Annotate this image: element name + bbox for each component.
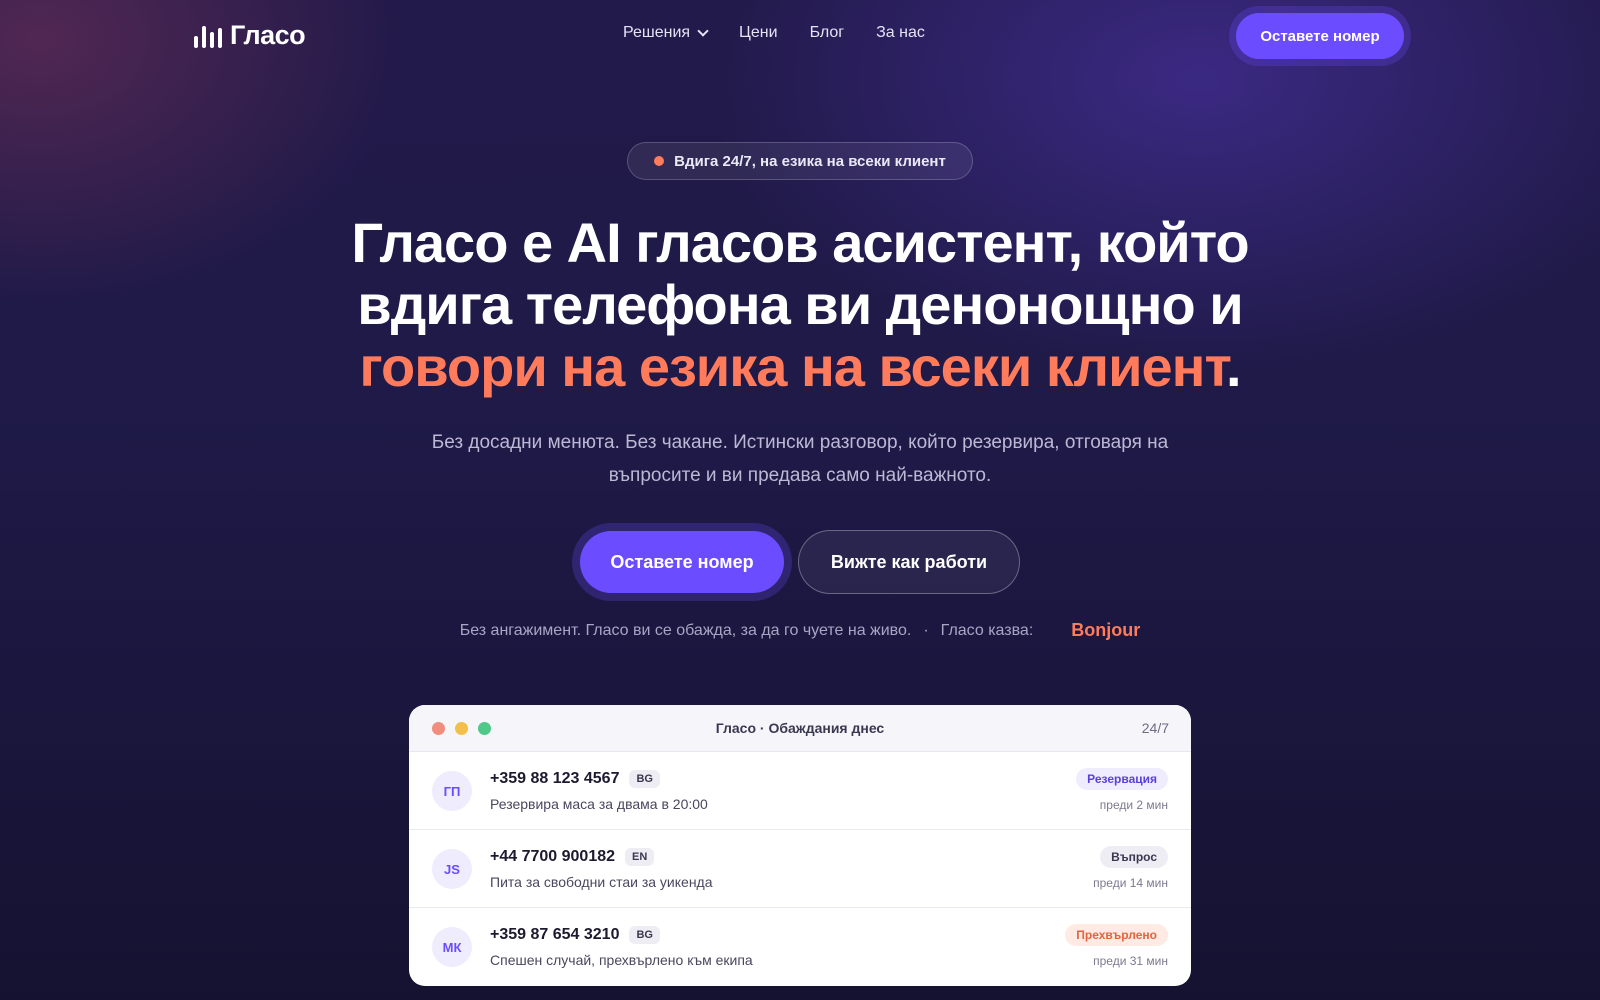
card-header: Гласо · Обаждания днес 24/7 (409, 705, 1191, 752)
hero-subtitle: Без досадни менюта. Без чакане. Истински… (431, 432, 1169, 486)
phone-number: +359 87 654 3210 (490, 926, 620, 943)
avatar: МК (432, 927, 472, 967)
call-row[interactable]: JS +44 7700 900182 EN Пита за свободни с… (409, 830, 1191, 908)
phone-line: +44 7700 900182 EN (490, 848, 655, 866)
no-commitment-text: Без ангажимент. Гласо ви се обажда, за д… (459, 621, 912, 639)
sound-bars-icon (194, 24, 222, 48)
call-time: преди 14 мин (1093, 876, 1168, 890)
hero-title-main: Гласо е AI гласов асистент, който вдига … (351, 211, 1249, 336)
hero-title-accent: говори на езика на всеки клиент (359, 335, 1227, 398)
nav-link-label: Цени (739, 24, 778, 41)
language-badge: BG (629, 926, 660, 944)
nav-link-label: Решения (623, 24, 691, 41)
status-badge: Въпрос (1100, 846, 1168, 868)
status-dot-icon (654, 156, 665, 166)
call-time: преди 31 мин (1093, 954, 1168, 968)
language-badge: BG (629, 770, 660, 788)
phone-number: +359 88 123 4567 (490, 770, 620, 787)
nav-leave-number-button[interactable]: Оставете номер (1236, 13, 1404, 59)
nav-link-label: За нас (876, 24, 925, 41)
nav-link-pricing[interactable]: Цени (739, 24, 778, 42)
window-dot-green-icon (478, 722, 491, 735)
hero-title: Гласо е AI гласов асистент, който вдига … (300, 212, 1300, 398)
badge-text: Вдига 24/7, на езика на всеки клиент (674, 152, 946, 170)
availability-badge: Вдига 24/7, на езика на всеки клиент (627, 142, 973, 180)
call-row[interactable]: МК +359 87 654 3210 BG Спешен случай, пр… (409, 908, 1191, 986)
status-badge: Резервация (1076, 768, 1168, 790)
nav-link-about[interactable]: За нас (876, 24, 925, 42)
card-availability: 24/7 (1141, 720, 1169, 736)
call-time: преди 2 мин (1099, 798, 1168, 812)
call-description: Пита за свободни стаи за уикенда (490, 874, 713, 890)
phone-line: +359 88 123 4567 BG (490, 770, 660, 788)
phone-line: +359 87 654 3210 BG (490, 926, 660, 944)
window-dot-red-icon (432, 722, 445, 735)
chevron-down-icon (697, 25, 709, 37)
window-dot-yellow-icon (455, 722, 468, 735)
card-title: Гласо · Обаждания днес (715, 720, 885, 736)
nav-links: Решения Цени Блог За нас (623, 24, 925, 42)
phone-number: +44 7700 900182 (490, 848, 616, 865)
call-description: Резервира маса за двама в 20:00 (490, 796, 708, 812)
nav-link-label: Блог (809, 24, 845, 41)
call-description: Спешен случай, прехвърлено към екипа (490, 952, 753, 968)
says-label: Гласо казва: (940, 621, 1034, 639)
note-separator: · (923, 621, 929, 639)
logo[interactable]: Гласо (194, 20, 306, 51)
status-badge: Прехвърлено (1065, 924, 1168, 946)
says-word: Bonjour (1071, 620, 1141, 640)
language-badge: EN (625, 848, 655, 866)
hero-title-end: . (1226, 335, 1242, 398)
nav-link-blog[interactable]: Блог (810, 24, 845, 42)
avatar: JS (432, 849, 472, 889)
nav-link-solutions[interactable]: Решения (623, 24, 709, 42)
calls-today-card: Гласо · Обаждания днес 24/7 ГП +359 88 1… (409, 705, 1191, 986)
leave-number-button[interactable]: Оставете номер (580, 531, 784, 593)
top-navigation: Гласо Решения Цени Блог За нас Оставете … (0, 0, 1600, 72)
see-how-it-works-button[interactable]: Вижте как работи (798, 530, 1020, 594)
logo-text: Гласо (230, 20, 306, 50)
call-row[interactable]: ГП +359 88 123 4567 BG Резервира маса за… (409, 752, 1191, 830)
avatar: ГП (432, 771, 472, 811)
window-controls (432, 722, 491, 735)
hero-note: Без ангажимент. Гласо ви се обажда, за д… (300, 620, 1300, 641)
